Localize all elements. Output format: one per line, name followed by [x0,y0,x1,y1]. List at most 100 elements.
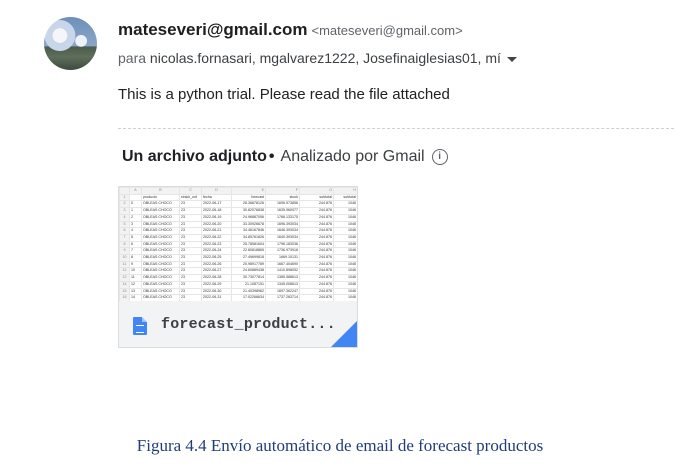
table-row: 13 11 OBLEAS CHOCO 23 2022-06-28 30.73077814 1… [119,274,357,282]
preview-cell: OBLEAS CHOCO [141,227,180,235]
preview-cell: 11 [129,274,142,282]
preview-header-row: 1 producto sinick_unt fecha forecast stock sub… [119,193,357,202]
preview-cell: 244.876 [299,247,334,256]
preview-cell: 1 [119,193,130,202]
preview-cell: 1667.404690 [265,260,300,269]
preview-cell: 13 [129,287,142,296]
preview-cell: OBLEAS CHOCO [141,200,180,209]
preview-cell: sinick_unt [179,193,202,202]
preview-cell: 2 [129,213,142,222]
preview-cell: 34.46167846 [231,227,266,235]
preview-cell: 2022-06-21 [201,227,232,235]
to-prefix: para [118,50,150,66]
preview-cell: 9 [119,247,130,256]
preview-cell: 2022-06-26 [201,260,232,269]
preview-cell: 244.876 [299,267,334,276]
attachment-file-name[interactable]: forecast_product... [161,316,336,333]
preview-cell: F [265,187,300,195]
preview-cell: 244.876 [299,233,334,242]
preview-cell: 2022-06-27 [201,267,232,276]
attachment-card[interactable]: A B C D E F G H 1 producto sinick_unt fecha forecast… [118,186,358,348]
preview-cell: 1669.10131 [265,254,300,262]
table-row: 6 4 OBLEAS CHOCO 23 2022-06-21 34.46167846 164… [119,227,357,235]
sender-avatar[interactable] [44,17,97,70]
table-row: 11 9 OBLEAS CHOCO 23 2022-06-26 20.98917789 16… [119,260,357,269]
preview-cell: 23 [179,200,202,209]
preview-cell: 2022-06-17 [201,200,232,209]
preview-cell: 1697.362247 [265,287,300,296]
preview-cell: 8 [129,254,142,262]
table-row: 7 5 OBLEAS CHOCO 23 2022-06-22 34.85761826 164… [119,233,357,242]
preview-cell: 6 [129,240,142,249]
preview-cell: 23 [179,280,202,289]
preview-column-letters: ABCDEFGH [119,187,357,195]
preview-cell: 1635.960977 [265,207,300,215]
preview-cell [129,193,142,202]
preview-cell: 6 [119,227,130,235]
preview-cell: 22.80818865 [231,247,266,256]
table-row: 3 1 OBLEAS CHOCO 23 2022-06-18 30.82076838 163… [119,207,357,215]
preview-cell: 1046 [333,200,357,209]
preview-cell: 23 [179,233,202,242]
preview-cell: 21.40398962 [231,287,266,296]
preview-cell: H [333,187,357,195]
preview-cell: OBLEAS CHOCO [141,260,180,269]
table-row: 14 12 OBLEAS CHOCO 23 2022-06-29 21.1087151 13… [119,280,357,289]
preview-cell: 23 [179,287,202,296]
preview-cell: C [179,187,202,195]
attachment-footer[interactable]: forecast_product... [119,301,357,347]
preview-cell: 11 [119,260,130,269]
table-row: 12 10 OBLEAS CHOCO 23 2022-06-27 24.60889438 1… [119,267,357,276]
preview-cell: 23 [179,260,202,269]
preview-cell: 0 [129,200,142,209]
preview-cell: 2022-06-24 [201,247,232,256]
table-row: 8 6 OBLEAS CHOCO 23 2022-06-23 25.78581604 179… [119,240,357,249]
preview-cell: 1796.183036 [265,240,300,249]
sender-line: mateseveri@gmail.com <mateseveri@gmail.co… [118,20,463,40]
table-row: 9 7 OBLEAS CHOCO 23 2022-06-24 22.80818865 173… [119,247,357,256]
preview-cell: G [299,187,334,195]
preview-cell: 2022-06-18 [201,207,232,215]
preview-cell: 20.98917789 [231,260,266,269]
preview-cell: forecast [231,193,266,202]
sender-email: <mateseveri@gmail.com> [311,23,463,38]
table-row: 15 13 OBLEAS CHOCO 23 2022-06-30 21.40398962 1… [119,287,357,296]
preview-cell: A [129,187,142,195]
preview-cell: 21.1087151 [231,280,266,289]
preview-cell: 5 [129,233,142,242]
preview-cell: 25.78581604 [231,240,266,249]
preview-cell: 23 [179,267,202,276]
preview-cell: 3 [129,220,142,229]
preview-cell: 2022-06-30 [201,287,232,296]
preview-cell: 10 [129,267,142,276]
scanned-by-gmail: Analizado por Gmail [280,148,425,165]
preview-cell: OBLEAS CHOCO [141,220,180,229]
preview-cell: 1046 [333,233,357,242]
preview-cell: subtotal [299,193,334,202]
preview-cell: 10 [119,254,130,262]
preview-cell: 12 [119,267,130,276]
preview-cell: 1766.133175 [265,213,300,222]
preview-cell: 1046 [333,240,357,249]
preview-cell: 1046 [333,260,357,269]
preview-cell: 27.49699818 [231,254,266,262]
preview-cell: 3 [119,207,130,215]
preview-cell: 30.73077814 [231,274,266,282]
preview-cell: 1736.973918 [265,247,300,256]
info-icon[interactable]: i [431,149,448,165]
recipients-line[interactable]: para nicolas.fornasari, mgalvarez1222, J… [118,50,517,66]
preview-cell: 12 [129,280,142,289]
google-sheets-doc-icon [133,317,147,335]
preview-cell: subtotal [333,193,357,202]
preview-cell: 4 [129,227,142,235]
attachments-header: Un archivo adjunto • Analizado por Gmail i [122,148,448,166]
preview-cell: 1046 [333,207,357,215]
preview-cell: 244.876 [299,200,334,209]
preview-cell: 5 [119,220,130,229]
preview-cell: 2022-06-23 [201,240,232,249]
preview-cell: 1046 [333,220,357,229]
preview-cell: 1696.573856 [265,200,300,209]
preview-cell: 1410.898052 [265,267,300,276]
separator-dot: • [268,148,275,165]
chevron-down-icon[interactable] [506,56,517,62]
